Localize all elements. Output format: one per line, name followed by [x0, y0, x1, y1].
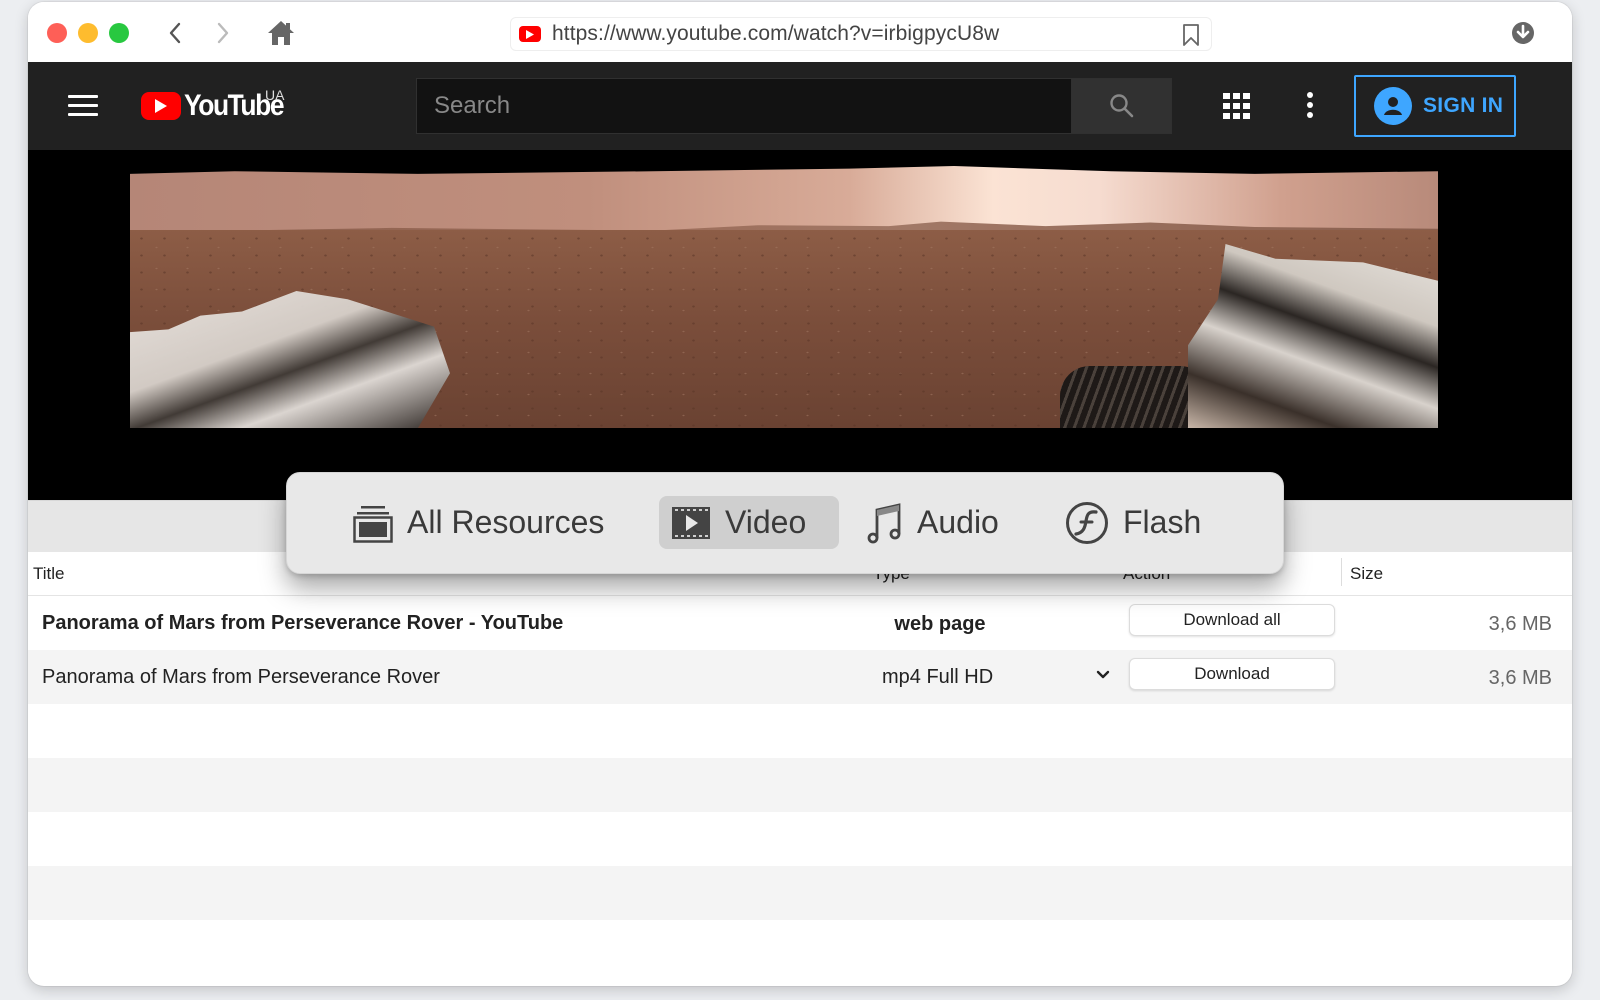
table-row[interactable]: Panorama of Mars from Perseverance Rover…	[28, 650, 1572, 704]
column-size[interactable]: Size	[1350, 564, 1383, 584]
search-bar	[416, 78, 1172, 134]
flash-icon	[1066, 501, 1108, 544]
tab-all-resources[interactable]: All Resources	[353, 496, 615, 549]
tab-flash[interactable]: Flash	[1065, 496, 1215, 549]
sign-in-button[interactable]: SIGN IN	[1354, 75, 1516, 137]
download-button[interactable]: Download	[1129, 658, 1335, 690]
search-icon	[1109, 94, 1133, 118]
rover-wheel-image	[1060, 366, 1210, 428]
tab-label: Audio	[917, 504, 999, 540]
mars-panorama-image	[130, 166, 1438, 428]
search-button[interactable]	[1072, 78, 1172, 134]
forward-button[interactable]	[206, 16, 240, 50]
row-size: 3,6 MB	[1488, 667, 1552, 689]
apps-grid-icon	[1223, 93, 1230, 99]
download-all-button[interactable]: Download all	[1129, 604, 1335, 636]
youtube-favicon-icon	[519, 26, 541, 42]
url-text[interactable]: https://www.youtube.com/watch?v=irbigpyc…	[552, 22, 999, 46]
chevron-right-icon	[217, 22, 229, 44]
address-bar[interactable]: https://www.youtube.com/watch?v=irbigpyc…	[510, 17, 1212, 51]
chevron-left-icon	[169, 22, 181, 44]
stack-icon	[353, 505, 393, 543]
hamburger-icon	[68, 95, 98, 98]
back-button[interactable]	[158, 16, 192, 50]
youtube-header: YouTube UA SIGN IN	[28, 62, 1572, 150]
apps-button[interactable]	[1223, 93, 1250, 120]
browser-window: https://www.youtube.com/watch?v=irbigpyc…	[28, 2, 1572, 986]
account-icon	[1374, 87, 1412, 125]
sign-in-label: SIGN IN	[1423, 94, 1504, 117]
youtube-play-icon	[141, 92, 181, 120]
empty-row	[28, 866, 1572, 920]
row-size: 3,6 MB	[1488, 613, 1552, 635]
chevron-down-icon	[1096, 670, 1110, 679]
format-value: mp4 Full HD	[882, 665, 994, 688]
row-title: Panorama of Mars from Perseverance Rover	[42, 666, 440, 688]
tab-audio[interactable]: Audio	[867, 496, 1017, 549]
minimize-window-button[interactable]	[78, 23, 98, 43]
zoom-window-button[interactable]	[109, 23, 129, 43]
empty-row	[28, 758, 1572, 812]
tab-video[interactable]: Video	[659, 496, 839, 549]
column-divider[interactable]	[1341, 558, 1342, 586]
downloads-button[interactable]	[1511, 21, 1535, 45]
more-vertical-icon	[1307, 92, 1313, 98]
video-player[interactable]	[28, 150, 1572, 500]
browser-toolbar: https://www.youtube.com/watch?v=irbigpyc…	[28, 2, 1572, 62]
music-note-icon	[867, 502, 901, 543]
bookmark-icon	[1183, 24, 1199, 46]
resource-table: Panorama of Mars from Perseverance Rover…	[28, 596, 1572, 974]
row-type: web page	[894, 613, 986, 635]
row-title: Panorama of Mars from Perseverance Rover…	[42, 612, 564, 634]
empty-row	[28, 704, 1572, 758]
search-input[interactable]	[416, 78, 1072, 134]
region-code: UA	[265, 87, 285, 103]
home-icon	[268, 21, 294, 45]
empty-row	[28, 812, 1572, 866]
resource-type-tabs: All Resources Video Audio Flash	[286, 472, 1284, 574]
format-select[interactable]: mp4 Full HD	[876, 660, 1116, 694]
download-circle-icon	[1512, 22, 1534, 44]
more-options-button[interactable]	[1305, 92, 1315, 122]
close-window-button[interactable]	[47, 23, 67, 43]
home-button[interactable]	[264, 16, 298, 50]
rover-right-image	[1188, 244, 1438, 428]
table-row[interactable]: Panorama of Mars from Perseverance Rover…	[28, 596, 1572, 650]
film-icon	[672, 506, 710, 539]
bookmark-button[interactable]	[1181, 23, 1201, 47]
column-title[interactable]: Title	[33, 564, 65, 584]
tab-label: Flash	[1123, 504, 1202, 540]
tab-label: All Resources	[407, 504, 605, 540]
empty-row	[28, 920, 1572, 974]
menu-button[interactable]	[68, 95, 98, 117]
tab-label: Video	[725, 504, 807, 540]
